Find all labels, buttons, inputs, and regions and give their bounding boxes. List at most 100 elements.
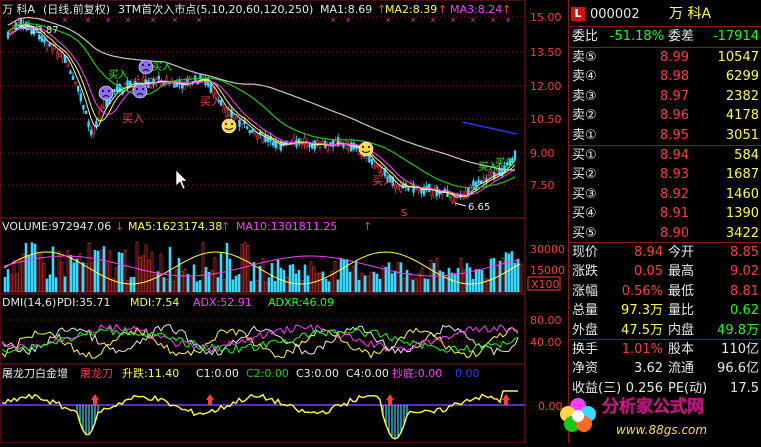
volume-bar: [195, 281, 199, 293]
price-panel-frame: [0, 0, 526, 219]
stat-value: 0.56%: [621, 283, 663, 299]
volume-bar: [246, 245, 250, 293]
stat-row: 总量 97.3万 量比 0.62: [569, 301, 761, 320]
volume-bar: [18, 258, 22, 293]
smiley-face-icon: [358, 141, 374, 157]
stat-label: 现价: [572, 245, 599, 260]
candle-body: [238, 119, 241, 127]
candle-body: [453, 196, 457, 203]
volume-bar: [174, 269, 178, 293]
volume-bar: [57, 250, 61, 293]
watermark: 分析家公式网 www.88gs.com: [556, 384, 761, 443]
buy-annotation: 买入: [122, 112, 144, 125]
stat2-label: 流通: [668, 361, 695, 377]
volume-bar: [369, 271, 373, 293]
level-badge: L: [571, 7, 585, 21]
stock-name-label: 万 科A: [2, 2, 35, 16]
candle-body: [368, 155, 371, 163]
bid-volume: 1687: [725, 167, 759, 183]
volume-bar: [90, 262, 94, 293]
volume-bar: [153, 274, 157, 293]
volume-bar: [387, 262, 391, 293]
volume-bar: [222, 279, 226, 293]
volume-bar: [54, 277, 58, 293]
bid-label: 买②: [572, 167, 597, 183]
volume-bar: [393, 270, 397, 293]
tlj-arrow-icon: [206, 394, 214, 405]
watermark-name: 分析家公式网: [602, 396, 704, 417]
chart-svg[interactable]: 万 科A (日线,前复权) 3TM首次入市点(5,10,20,60,120,25…: [0, 0, 568, 444]
volume-bar: [339, 258, 343, 293]
ask-row: 卖① 8.95 3051: [569, 126, 761, 145]
ask-volume: 3051: [725, 127, 759, 143]
candle-body: [233, 114, 236, 120]
low-annotation: 6.65: [468, 202, 490, 213]
candle-body: [240, 117, 244, 125]
candle-body: [181, 84, 184, 89]
volume-bar: [144, 244, 148, 293]
ask-volume: 4178: [725, 108, 759, 124]
candle-body: [95, 120, 98, 127]
volume-bar: [492, 257, 496, 293]
volume-bar: [363, 275, 367, 293]
ma5-arrow-icon: ↑: [221, 220, 230, 233]
indicator-label[interactable]: 3TM首次入市点(5,10,20,60,120,250): [118, 2, 313, 16]
volume-bar: [441, 271, 445, 293]
flower-logo-icon: [560, 398, 596, 432]
volume-bar: [255, 279, 259, 293]
tlj-arrow-icon: [91, 394, 99, 405]
volume-bar: [288, 264, 292, 293]
volume-bar: [45, 278, 49, 293]
candle-body: [45, 40, 49, 50]
bid-row: 买③ 8.92 1460: [569, 185, 761, 204]
volume-bar: [75, 258, 79, 293]
stock-name: 万 科A: [669, 6, 712, 22]
volume-bar: [273, 280, 277, 293]
candle-body: [326, 144, 329, 152]
volume-bar: [471, 278, 475, 293]
weibi-label: 委比: [572, 29, 599, 44]
sad-face-icon: [98, 85, 114, 101]
ma2-label: MA2:8.39: [385, 3, 437, 16]
tlj-bottom-label: 抄底:0.00: [392, 366, 442, 380]
stat-label: 内盘: [668, 322, 695, 338]
candle-body: [66, 60, 70, 67]
signal-x-mark: ×: [385, 16, 391, 24]
tlj-histogram: [1, 390, 518, 440]
stat-value: 97.3万: [621, 303, 663, 319]
kline-chart-area[interactable]: 万 科A (日线,前复权) 3TM首次入市点(5,10,20,60,120,25…: [0, 0, 568, 444]
ma1-arrow-icon: ↑: [377, 3, 386, 16]
volume-bar: [408, 272, 412, 293]
volume-bar: [36, 253, 40, 293]
dmi-mdi-label: MDI:7.54: [130, 296, 179, 309]
volume-bar: [516, 258, 520, 293]
candle-body: [251, 129, 254, 133]
bid-price: 8.90: [660, 225, 689, 241]
weicha-value: -17914: [712, 29, 759, 44]
volume-bar: [354, 260, 358, 293]
volume-bar: [42, 262, 46, 293]
volume-bar: [201, 242, 205, 293]
volume-bar: [303, 264, 307, 293]
volume-bar: [357, 280, 361, 293]
stock-code: 000002: [590, 7, 640, 22]
stat-value: 8.94: [634, 245, 663, 260]
volume-bar: [300, 280, 304, 293]
ask-label: 卖①: [572, 127, 597, 143]
volume-bar: [135, 242, 139, 293]
candle-body: [100, 105, 103, 110]
volume-bar: [474, 269, 478, 293]
tlj-c3-label: C3:0.00: [296, 367, 339, 380]
ask-label: 卖④: [572, 69, 597, 85]
tlj-rise-label: 升跌:11.40: [122, 366, 179, 380]
candle-body: [87, 121, 90, 128]
volume-bar: [399, 262, 403, 293]
volume-arrow-icon: ↓: [115, 220, 124, 233]
volume-bar: [69, 255, 73, 293]
dmi-lines: [1, 323, 519, 359]
volume-bar: [261, 258, 265, 293]
volume-bar: [234, 275, 238, 293]
volume-bar: [51, 246, 55, 293]
candle-body: [396, 186, 400, 190]
ma-line: [461, 121, 518, 135]
